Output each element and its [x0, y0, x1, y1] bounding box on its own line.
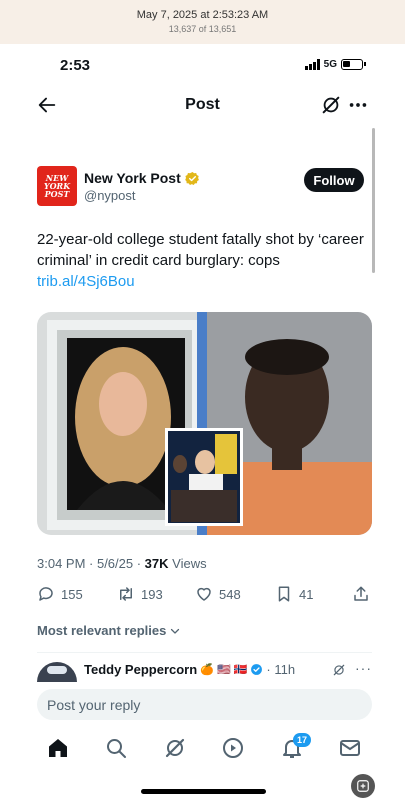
bookmark-count: 41 — [299, 586, 314, 602]
reply-count: 155 — [61, 586, 83, 602]
network-label: 5G — [323, 59, 337, 70]
capture-count: 13,637 of 13,651 — [168, 24, 237, 34]
capture-date: May 7, 2025 at 2:53:23 AM — [136, 9, 269, 21]
verified-badge-icon — [184, 171, 199, 185]
share-button[interactable] — [352, 585, 370, 603]
reply-input[interactable] — [37, 689, 372, 720]
verified-badge-icon — [251, 664, 263, 675]
follow-button[interactable]: Follow — [304, 168, 364, 192]
author-avatar[interactable]: NEW YORK POST — [37, 166, 77, 206]
share-icon — [354, 586, 368, 601]
tweet-media-image[interactable] — [37, 312, 372, 535]
repost-icon — [120, 587, 132, 601]
view-count: 37K — [144, 556, 169, 571]
tweet-author: NEW YORK POST New York Post @nypost Foll… — [37, 166, 367, 210]
tweet-body: 22-year-old college student fatally shot… — [37, 229, 367, 292]
media-illustration — [37, 312, 372, 535]
bookmark-button[interactable]: 41 — [275, 585, 313, 603]
chevron-down-icon — [171, 628, 180, 634]
home-icon[interactable] — [46, 736, 70, 760]
bottom-tab-bar: 17 — [0, 733, 405, 764]
home-indicator — [141, 789, 266, 794]
like-count: 548 — [219, 586, 241, 602]
logo-text-line: POST — [44, 189, 70, 199]
author-name-row[interactable]: New York Post — [84, 170, 200, 186]
search-icon[interactable] — [104, 736, 128, 760]
notifications-badge: 17 — [293, 733, 311, 747]
repost-count: 193 — [141, 586, 163, 602]
repost-button[interactable]: 193 — [117, 585, 163, 603]
author-name[interactable]: New York Post — [84, 170, 181, 186]
reply-author-emojis: 🍊 🇺🇸 🇳🇴 — [200, 664, 248, 676]
status-indicators: 5G — [304, 59, 366, 70]
grok-icon[interactable] — [332, 663, 346, 677]
bookmark-icon — [278, 586, 290, 602]
more-options-icon[interactable]: ··· — [355, 660, 372, 676]
replies-sort-dropdown[interactable]: Most relevant replies — [37, 623, 181, 638]
reply-author-name[interactable]: Teddy Peppercorn — [84, 662, 197, 677]
tweet-actions: 155 193 548 41 — [37, 585, 372, 605]
messages-icon[interactable] — [338, 736, 362, 760]
status-bar: 2:53 5G — [0, 54, 405, 78]
heart-icon — [197, 587, 211, 601]
more-options-icon[interactable] — [347, 94, 369, 116]
video-icon[interactable] — [221, 736, 245, 760]
reply-author-row: Teddy Peppercorn 🍊 🇺🇸 🇳🇴 · 11h — [84, 662, 295, 677]
page-title: Post — [185, 96, 220, 113]
signal-icon — [304, 59, 320, 70]
views-label: Views — [168, 556, 207, 571]
reply-icon — [39, 587, 53, 601]
battery-icon — [341, 59, 366, 70]
grok-icon[interactable] — [320, 94, 342, 116]
floating-action-button[interactable] — [351, 774, 375, 798]
tweet-text: 22-year-old college student fatally shot… — [37, 231, 364, 269]
status-time: 2:53 — [60, 57, 91, 74]
replies-sort-label: Most relevant replies — [37, 623, 167, 638]
reply-button[interactable]: 155 — [37, 585, 83, 603]
grok-icon[interactable] — [163, 736, 187, 760]
reply-time: · 11h — [266, 662, 296, 677]
translate-icon — [357, 780, 369, 792]
like-button[interactable]: 548 — [195, 585, 241, 603]
divider — [37, 652, 372, 653]
tweet-datetime[interactable]: 3:04 PM · 5/6/25 · — [37, 556, 145, 571]
reply-item[interactable]: Teddy Peppercorn 🍊 🇺🇸 🇳🇴 · 11h ··· — [37, 660, 372, 682]
post-header: Post — [0, 88, 405, 122]
tweet-meta: 3:04 PM · 5/6/25 · 37K Views — [37, 556, 207, 571]
tweet-link[interactable]: trib.al/4Sj6Bou — [37, 273, 135, 290]
scrollbar[interactable] — [372, 128, 375, 273]
avatar[interactable] — [37, 662, 77, 682]
reply-composer[interactable] — [37, 689, 372, 720]
screenshot-capture-header: May 7, 2025 at 2:53:23 AM 13,637 of 13,6… — [0, 0, 405, 44]
author-handle[interactable]: @nypost — [84, 188, 136, 203]
